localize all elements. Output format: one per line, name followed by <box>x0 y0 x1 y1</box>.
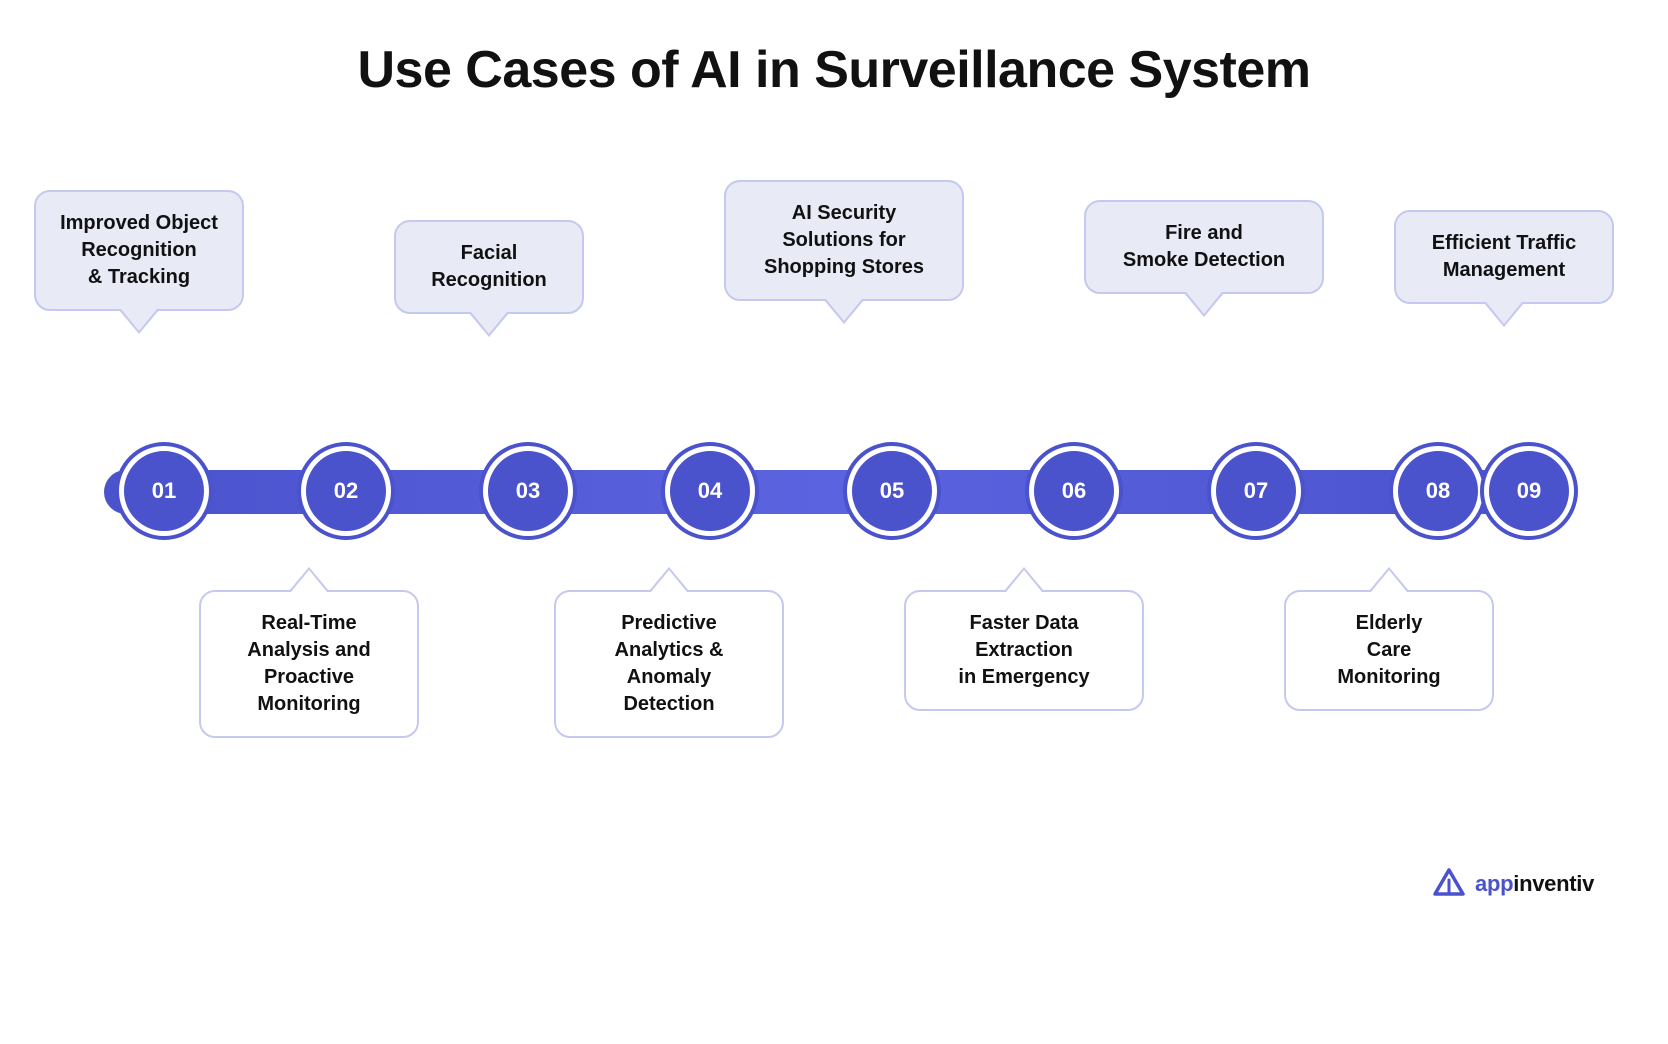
bubble-01: Improved ObjectRecognition& Tracking <box>34 190 244 311</box>
node-02: 02 <box>301 446 391 536</box>
node-05: 05 <box>847 446 937 536</box>
appinventiv-logo-icon <box>1431 866 1467 902</box>
bubble-09: Efficient TrafficManagement <box>1394 210 1614 304</box>
page-title: Use Cases of AI in Surveillance System <box>357 40 1310 100</box>
bubble-03: FacialRecognition <box>394 220 584 314</box>
diagram-area: 01 02 03 04 05 06 07 08 09 Improved Obje… <box>44 160 1624 920</box>
bubble-05: AI SecuritySolutions forShopping Stores <box>724 180 964 301</box>
bubble-04: PredictiveAnalytics &AnomalyDetection <box>554 590 784 738</box>
node-06: 06 <box>1029 446 1119 536</box>
page-container: Use Cases of AI in Surveillance System 0… <box>0 0 1668 1044</box>
bubble-06: Faster DataExtractionin Emergency <box>904 590 1144 711</box>
node-09: 09 <box>1484 446 1574 536</box>
bubble-08: ElderlyCareMonitoring <box>1284 590 1494 711</box>
logo-area: appinventiv <box>1431 866 1594 902</box>
bubble-02: Real-TimeAnalysis andProactiveMonitoring <box>199 590 419 738</box>
bubble-07: Fire andSmoke Detection <box>1084 200 1324 294</box>
node-04: 04 <box>665 446 755 536</box>
node-08: 08 <box>1393 446 1483 536</box>
node-03: 03 <box>483 446 573 536</box>
node-01: 01 <box>119 446 209 536</box>
logo-text: appinventiv <box>1475 871 1594 897</box>
node-07: 07 <box>1211 446 1301 536</box>
